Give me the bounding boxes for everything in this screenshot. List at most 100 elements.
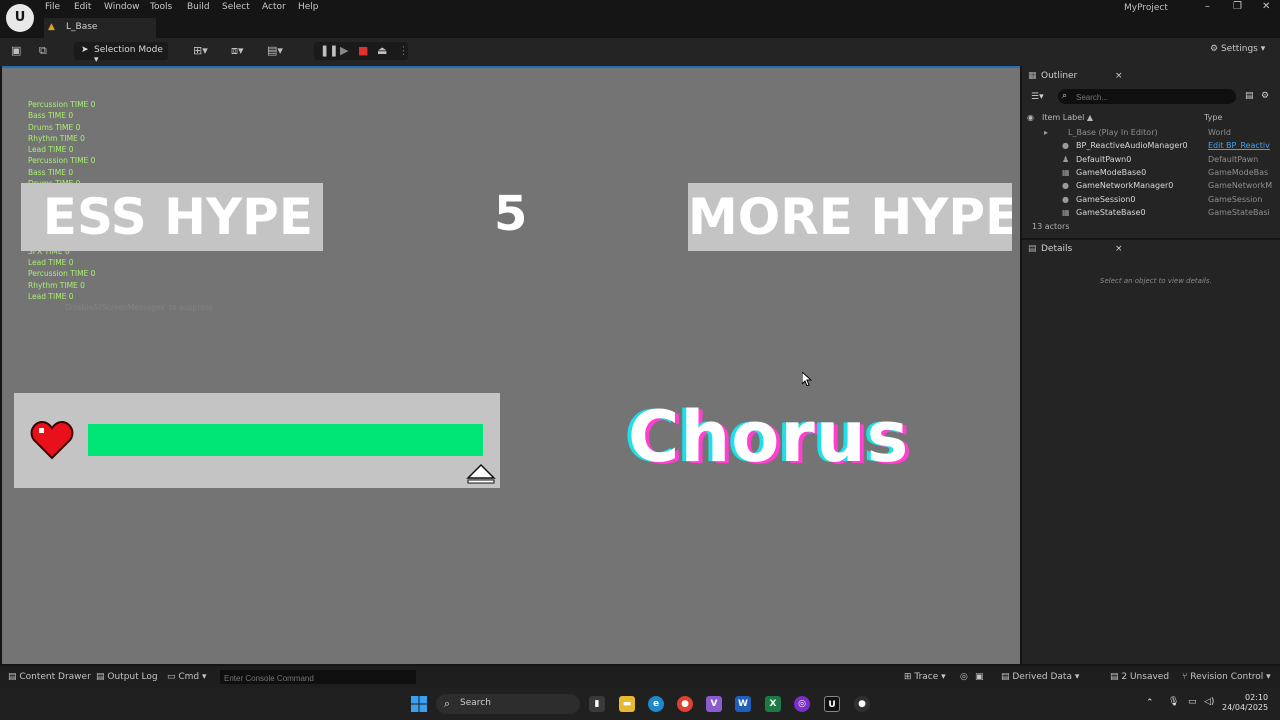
type-column-header[interactable]: Type — [1204, 113, 1222, 122]
outliner-item-type: GameModeBas — [1208, 167, 1269, 177]
health-bar — [88, 424, 483, 456]
details-tab[interactable]: Details — [1041, 244, 1072, 254]
menu-window[interactable]: Window — [104, 2, 140, 12]
stop-icon[interactable]: ■ — [358, 44, 368, 57]
item-label-column-header[interactable]: Item Label ▲ — [1042, 113, 1093, 122]
debug-message: Lead TIME 0 — [28, 145, 74, 155]
restore-icon[interactable]: ❐ — [1233, 1, 1242, 12]
menu-help[interactable]: Help — [298, 2, 319, 12]
content-drawer-label: Content Drawer — [19, 672, 91, 682]
tray-chevron-icon[interactable]: ⌃ — [1146, 698, 1154, 708]
debug-message: Drums TIME 0 — [28, 122, 81, 132]
menu-tools[interactable]: Tools — [150, 2, 172, 12]
actor-icon: ● — [1062, 194, 1069, 204]
menu-edit[interactable]: Edit — [74, 2, 91, 12]
file-explorer-icon[interactable]: ▬ — [619, 696, 635, 712]
menu-actor[interactable]: Actor — [262, 2, 286, 12]
more-hype-button[interactable]: MORE HYPE — [688, 183, 1012, 251]
trace-button[interactable]: ⊞ Trace ▾ — [904, 672, 946, 682]
actor-count: 13 actors — [1032, 222, 1070, 231]
outliner-item-label: L_Base (Play In Editor) — [1068, 128, 1158, 137]
output-log-label: Output Log — [107, 672, 158, 682]
save-icon[interactable]: ▣ — [11, 44, 21, 57]
actor-icon: ● — [1062, 181, 1069, 191]
outliner-row[interactable]: ♟ DefaultPawn0 DefaultPawn — [1024, 155, 1270, 168]
trace-label: Trace — [914, 672, 939, 682]
cinematics-icon[interactable]: ▤▾ — [267, 44, 283, 57]
derived-data-button[interactable]: ▤ Derived Data ▾ — [1001, 672, 1079, 682]
outliner-row[interactable]: ▦ GameStateBase0 GameStateBasi — [1024, 208, 1270, 221]
details-close-icon[interactable]: × — [1115, 244, 1123, 254]
screenshot-icon[interactable]: ▣ — [975, 672, 984, 682]
volume-icon[interactable]: ◁) — [1204, 697, 1214, 707]
unsaved-button[interactable]: ▤ 2 Unsaved — [1110, 672, 1169, 682]
taskbar-search-icon: ⌕ — [444, 697, 451, 710]
menu-select[interactable]: Select — [222, 2, 250, 12]
cmd-dropdown[interactable]: ▭ Cmd ▾ — [167, 672, 207, 682]
debug-suppress-hint: DisableAllScreenMessages' to suppress — [65, 303, 213, 312]
console-command-input[interactable] — [220, 670, 416, 684]
new-folder-icon[interactable]: ▤ — [1245, 91, 1254, 101]
cmd-label: Cmd — [178, 672, 200, 682]
pause-icon[interactable]: ❚❚ — [320, 44, 338, 57]
play-options-icon[interactable]: ⋮ — [398, 44, 409, 57]
outliner-item-label: BP_ReactiveAudioManager0 — [1076, 141, 1188, 151]
filter-icon[interactable]: ☰▾ — [1031, 92, 1044, 102]
outliner-settings-icon[interactable]: ⚙ — [1261, 91, 1269, 101]
visibility-column-icon[interactable]: ◉ — [1027, 113, 1034, 122]
outliner-row[interactable]: ● GameSession0 GameSession — [1024, 195, 1270, 208]
debug-message: Percussion TIME 0 — [28, 269, 96, 279]
word-icon[interactable]: W — [735, 696, 751, 712]
edge-icon[interactable]: e — [648, 696, 664, 712]
outliner-row[interactable]: ● BP_ReactiveAudioManager0 Edit BP_Reactiv — [1024, 141, 1270, 154]
level-tab-label: L_Base — [66, 22, 98, 32]
unreal-taskbar-icon[interactable]: U — [824, 696, 840, 712]
system-clock[interactable]: 02:10 24/04/2025 — [1222, 693, 1268, 713]
outliner-row[interactable]: ● GameNetworkManager0 GameNetworkM — [1024, 181, 1272, 194]
details-tab-icon: ▤ — [1028, 244, 1037, 254]
close-window-icon[interactable]: ✕ — [1262, 1, 1270, 12]
excel-icon[interactable]: X — [765, 696, 781, 712]
record-icon[interactable]: ◎ — [960, 672, 968, 682]
minimize-icon[interactable]: – — [1205, 1, 1210, 12]
menu-build[interactable]: Build — [187, 2, 210, 12]
app-purple-icon[interactable]: ◎ — [794, 696, 810, 712]
blueprint-icon[interactable]: ⧈▾ — [231, 44, 244, 58]
outliner-tab[interactable]: Outliner — [1041, 71, 1077, 81]
unreal-logo-icon[interactable]: U — [6, 4, 34, 32]
output-log-button[interactable]: ▤ Output Log — [96, 672, 158, 682]
selection-arrow-icon: ➤ — [81, 45, 89, 55]
debug-message: Lead TIME 0 — [28, 292, 74, 302]
taskbar-search[interactable]: Search — [436, 694, 580, 714]
visual-studio-icon[interactable]: V — [706, 696, 722, 712]
browse-icon[interactable]: ⧉ — [39, 44, 47, 58]
menu-file[interactable]: File — [45, 2, 60, 12]
app-red-icon[interactable]: ● — [854, 696, 870, 712]
outliner-search-input[interactable] — [1058, 89, 1236, 104]
task-view-icon[interactable]: ▮ — [589, 696, 605, 712]
network-icon[interactable]: ▭ — [1188, 697, 1197, 707]
outliner-close-icon[interactable]: × — [1115, 71, 1123, 81]
microphone-icon[interactable]: 🎙 — [1168, 697, 1179, 707]
details-empty-message: Select an object to view details. — [1100, 277, 1212, 285]
eject-icon[interactable]: ⏏ — [377, 44, 387, 57]
revision-control-button[interactable]: ⑂ Revision Control ▾ — [1182, 672, 1271, 682]
less-hype-button[interactable]: ESS HYPE — [21, 183, 323, 251]
eject-shape-icon — [466, 463, 496, 484]
outliner-item-type: DefaultPawn — [1208, 154, 1259, 164]
step-icon[interactable]: ▶ — [340, 44, 348, 57]
chrome-icon[interactable]: ● — [677, 696, 693, 712]
outliner-item-type[interactable]: Edit BP_Reactiv — [1208, 141, 1272, 150]
outliner-row[interactable]: ▦ GameModeBase0 GameModeBas — [1024, 168, 1270, 181]
main-toolbar — [0, 38, 1280, 66]
clock-date: 24/04/2025 — [1222, 703, 1269, 712]
content-drawer-button[interactable]: ▤ Content Drawer — [8, 672, 91, 682]
settings-button[interactable]: ⚙ Settings ▾ — [1210, 44, 1265, 54]
actor-icon: ▦ — [1062, 167, 1070, 177]
add-actor-icon[interactable]: ⊞▾ — [193, 44, 208, 57]
outliner-row[interactable]: ▸ L_Base (Play In Editor) World — [1024, 128, 1270, 141]
game-viewport[interactable] — [2, 66, 1020, 664]
level-tab[interactable]: L_Base — [44, 18, 156, 38]
windows-start-icon[interactable] — [411, 696, 427, 712]
taskbar-search-label: Search — [460, 698, 491, 708]
